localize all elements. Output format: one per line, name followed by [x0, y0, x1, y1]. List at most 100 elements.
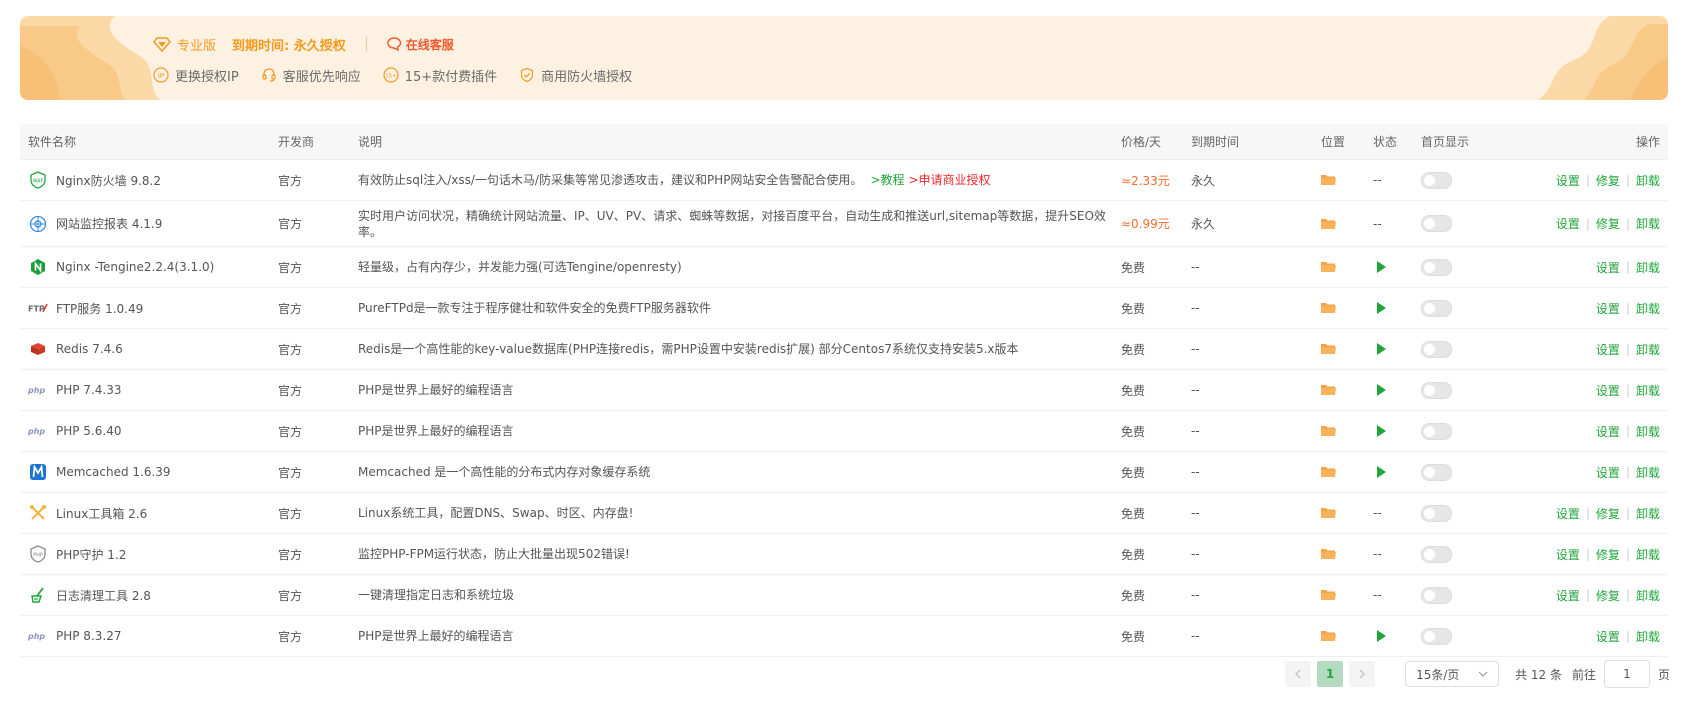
- toggle-switch[interactable]: [1421, 381, 1452, 399]
- settings-button[interactable]: 设置: [1556, 546, 1580, 563]
- open-folder-button[interactable]: [1321, 616, 1336, 656]
- open-folder-button[interactable]: [1321, 411, 1336, 451]
- repair-button[interactable]: 修复: [1596, 172, 1620, 189]
- homepage-toggle[interactable]: [1421, 575, 1452, 615]
- homepage-toggle[interactable]: [1421, 201, 1452, 246]
- column-header-price[interactable]: 价格/天: [1121, 124, 1161, 159]
- plugin-name-cell[interactable]: Linux工具箱 2.6: [28, 493, 147, 533]
- start-service-button[interactable]: [1373, 247, 1386, 287]
- uninstall-button[interactable]: 卸载: [1636, 587, 1660, 604]
- column-header-actions: 操作: [1635, 135, 1660, 149]
- homepage-toggle[interactable]: [1421, 288, 1452, 328]
- homepage-toggle[interactable]: [1421, 534, 1452, 574]
- toggle-switch[interactable]: [1421, 171, 1452, 189]
- open-folder-button[interactable]: [1321, 452, 1336, 492]
- plugin-name-cell[interactable]: php PHP 7.4.33: [28, 370, 121, 410]
- column-header-name[interactable]: 软件名称: [28, 124, 76, 159]
- page-size-select[interactable]: 15条/页: [1405, 661, 1500, 687]
- settings-button[interactable]: 设置: [1556, 215, 1580, 232]
- toggle-switch[interactable]: [1421, 627, 1452, 645]
- settings-button[interactable]: 设置: [1596, 423, 1620, 440]
- action-divider: |: [1585, 506, 1590, 520]
- start-service-button[interactable]: [1373, 411, 1386, 451]
- next-page-button[interactable]: [1349, 661, 1376, 687]
- plugin-name-cell[interactable]: Nginx -Tengine2.2.4(3.1.0): [28, 247, 214, 287]
- repair-button[interactable]: 修复: [1596, 587, 1620, 604]
- uninstall-button[interactable]: 卸载: [1636, 546, 1660, 563]
- page-number-current[interactable]: 1: [1317, 661, 1344, 687]
- tutorial-link[interactable]: >教程: [870, 172, 904, 188]
- start-service-button[interactable]: [1373, 288, 1386, 328]
- toggle-switch[interactable]: [1421, 340, 1452, 358]
- open-folder-button[interactable]: [1321, 370, 1336, 410]
- plugin-name-cell[interactable]: php PHP 5.6.40: [28, 411, 121, 451]
- toggle-switch[interactable]: [1421, 258, 1452, 276]
- settings-button[interactable]: 设置: [1596, 341, 1620, 358]
- uninstall-button[interactable]: 卸载: [1636, 628, 1660, 645]
- open-folder-button[interactable]: [1321, 288, 1336, 328]
- toggle-switch[interactable]: [1421, 586, 1452, 604]
- start-service-button[interactable]: [1373, 370, 1386, 410]
- homepage-toggle[interactable]: [1421, 247, 1452, 287]
- prev-page-button[interactable]: [1285, 661, 1312, 687]
- repair-button[interactable]: 修复: [1596, 546, 1620, 563]
- toggle-switch[interactable]: [1421, 545, 1452, 563]
- description-cell: 有效防止sql注入/xss/一句话木马/防采集等常见渗透攻击，建议和PHP网站安…: [358, 160, 1128, 200]
- toggle-switch[interactable]: [1421, 463, 1452, 481]
- settings-button[interactable]: 设置: [1596, 259, 1620, 276]
- homepage-toggle[interactable]: [1421, 370, 1452, 410]
- uninstall-button[interactable]: 卸载: [1636, 259, 1660, 276]
- settings-button[interactable]: 设置: [1596, 382, 1620, 399]
- repair-button[interactable]: 修复: [1596, 215, 1620, 232]
- plugin-name-cell[interactable]: php PHP 8.3.27: [28, 616, 121, 656]
- homepage-toggle[interactable]: [1421, 160, 1452, 200]
- uninstall-button[interactable]: 卸载: [1636, 505, 1660, 522]
- uninstall-button[interactable]: 卸载: [1636, 464, 1660, 481]
- open-folder-button[interactable]: [1321, 201, 1336, 246]
- goto-page-input[interactable]: 1: [1603, 660, 1650, 688]
- open-folder-button[interactable]: [1321, 329, 1336, 369]
- settings-button[interactable]: 设置: [1556, 505, 1580, 522]
- toggle-switch[interactable]: [1421, 422, 1452, 440]
- open-folder-button[interactable]: [1321, 534, 1336, 574]
- settings-button[interactable]: 设置: [1596, 628, 1620, 645]
- column-header-expiry[interactable]: 到期时间: [1191, 124, 1239, 159]
- uninstall-button[interactable]: 卸载: [1636, 423, 1660, 440]
- homepage-toggle[interactable]: [1421, 452, 1452, 492]
- settings-button[interactable]: 设置: [1596, 464, 1620, 481]
- uninstall-button[interactable]: 卸载: [1636, 172, 1660, 189]
- open-folder-button[interactable]: [1321, 247, 1336, 287]
- start-service-button[interactable]: [1373, 616, 1386, 656]
- toggle-switch[interactable]: [1421, 215, 1452, 232]
- uninstall-button[interactable]: 卸载: [1636, 300, 1660, 317]
- open-folder-button[interactable]: [1321, 160, 1336, 200]
- plugin-name-cell[interactable]: Memcached 1.6.39: [28, 452, 171, 492]
- homepage-toggle[interactable]: [1421, 329, 1452, 369]
- column-header-homepage: 首页显示: [1421, 135, 1470, 149]
- plugin-name-cell[interactable]: 网站监控报表 4.1.9: [28, 201, 162, 246]
- uninstall-button[interactable]: 卸载: [1636, 215, 1660, 232]
- toggle-switch[interactable]: [1421, 299, 1452, 317]
- plugin-name-cell[interactable]: Redis 7.4.6: [28, 329, 123, 369]
- uninstall-button[interactable]: 卸载: [1636, 382, 1660, 399]
- start-service-button[interactable]: [1373, 452, 1386, 492]
- open-folder-button[interactable]: [1321, 493, 1336, 533]
- start-service-button[interactable]: [1373, 329, 1386, 369]
- online-service-link[interactable]: 在线客服: [387, 36, 454, 53]
- action-divider: |: [1625, 301, 1630, 315]
- settings-button[interactable]: 设置: [1556, 172, 1580, 189]
- homepage-toggle[interactable]: [1421, 411, 1452, 451]
- homepage-toggle[interactable]: [1421, 493, 1452, 533]
- plugin-name-cell[interactable]: WAF Nginx防火墙 9.8.2: [28, 160, 161, 200]
- uninstall-button[interactable]: 卸载: [1636, 341, 1660, 358]
- plugin-name-cell[interactable]: FTP FTP服务 1.0.49: [28, 288, 143, 328]
- apply-license-link[interactable]: >申请商业授权: [909, 172, 991, 188]
- settings-button[interactable]: 设置: [1556, 587, 1580, 604]
- homepage-toggle[interactable]: [1421, 616, 1452, 656]
- plugin-name-cell[interactable]: PHP PHP守护 1.2: [28, 534, 126, 574]
- settings-button[interactable]: 设置: [1596, 300, 1620, 317]
- repair-button[interactable]: 修复: [1596, 505, 1620, 522]
- open-folder-button[interactable]: [1321, 575, 1336, 615]
- plugin-name-cell[interactable]: 日志清理工具 2.8: [28, 575, 151, 615]
- toggle-switch[interactable]: [1421, 504, 1452, 522]
